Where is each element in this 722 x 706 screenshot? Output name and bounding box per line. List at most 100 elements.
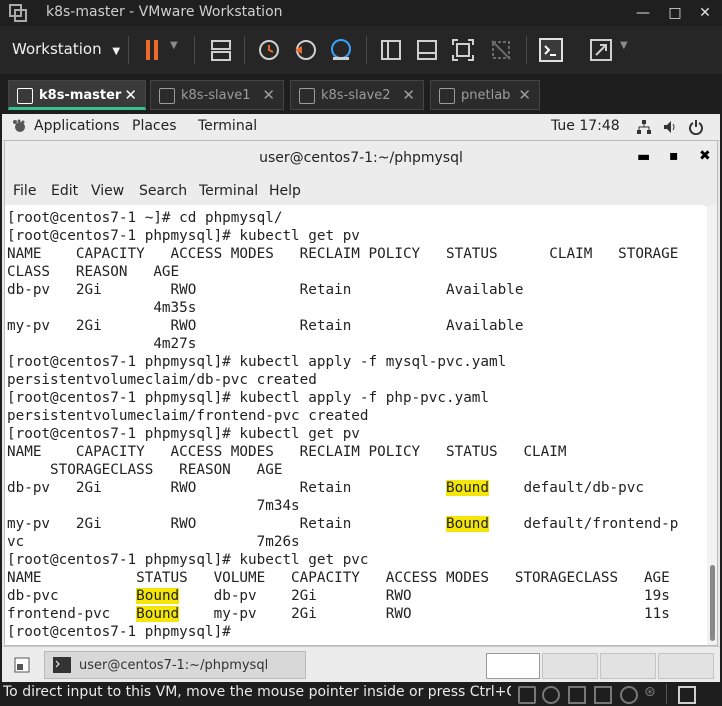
vm-tab-bar: k8s-master ✕ k8s-slave1 ✕ k8s-slave2 ✕ p… [0, 74, 722, 114]
status-divider [666, 684, 667, 704]
snapshot-manager-icon[interactable] [328, 37, 354, 63]
tab-k8s-master[interactable]: k8s-master ✕ [8, 80, 146, 110]
applications-menu[interactable]: Applications [34, 118, 120, 134]
tab-k8s-slave2[interactable]: k8s-slave2 ✕ [290, 80, 424, 110]
toolbar-divider [366, 36, 367, 64]
usb-icon[interactable] [594, 686, 612, 704]
revert-snapshot-icon[interactable] [292, 37, 318, 63]
terminal-text: [root@centos7-1 ~]# cd phpmysql/ [root@ce… [7, 209, 705, 641]
toolbar-divider [526, 36, 527, 64]
terminal-line: my-pv 2Gi RWO Retain Available [7, 318, 524, 334]
highlighted-status: Bound [136, 606, 180, 622]
terminal-line: STORAGECLASS REASON AGE [7, 462, 283, 478]
terminal-title: user@centos7-1:~/phpmysql [259, 150, 463, 166]
terminal-line: [root@centos7-1 phpmysql]# [7, 624, 240, 640]
chevron-down-icon[interactable]: ▼ [620, 40, 628, 51]
menu-search[interactable]: Search [139, 183, 187, 199]
message-log-icon[interactable] [678, 686, 696, 704]
console-view-icon[interactable] [538, 37, 564, 63]
volume-icon[interactable] [662, 119, 678, 139]
workspace-4[interactable] [658, 653, 714, 679]
chevron-down-icon[interactable]: ▼ [170, 40, 178, 51]
gnome-foot-icon [12, 119, 26, 133]
toolbar-divider [244, 36, 245, 64]
workstation-menu[interactable]: Workstation ▼ [4, 34, 128, 64]
minimize-button[interactable]: ▬ [637, 149, 650, 165]
cd-drive-icon[interactable] [542, 686, 560, 704]
menu-edit[interactable]: Edit [51, 183, 78, 199]
clock[interactable]: Tue 17:48 [551, 118, 620, 134]
close-icon[interactable]: ✕ [124, 86, 137, 104]
workspace-3[interactable] [600, 653, 656, 679]
terminal-line: [root@centos7-1 ~]# cd phpmysql/ [7, 210, 283, 226]
power-icon[interactable] [688, 119, 704, 139]
tab-pnetlab[interactable]: pnetlab ✕ [430, 80, 540, 110]
close-icon[interactable]: ✕ [402, 86, 415, 104]
terminal-line: CLASS REASON AGE [7, 264, 180, 280]
toolbar-divider [128, 36, 129, 64]
scrollbar[interactable] [707, 205, 717, 645]
guest-screen[interactable]: Applications Places Terminal Tue 17:48 u… [2, 114, 720, 683]
unity-icon[interactable] [488, 37, 514, 63]
workstation-menu-label: Workstation [12, 40, 102, 58]
terminal-window: user@centos7-1:~/phpmysql ▬ ▪ ✖ File Edi… [4, 140, 718, 646]
window-title: k8s-master - VMware Workstation [46, 4, 283, 20]
network-icon[interactable] [636, 119, 652, 139]
scrollbar-thumb[interactable] [710, 565, 715, 641]
tab-label: k8s-master [39, 88, 122, 103]
terminal-app-menu[interactable]: Terminal [198, 118, 257, 134]
terminal-line: db-pvc Bound db-pv 2Gi RWO 19s [7, 588, 670, 604]
show-desktop-icon[interactable] [14, 657, 30, 673]
close-icon[interactable]: ✕ [262, 86, 275, 104]
status-message: To direct input to this VM, move the mou… [3, 684, 511, 700]
disk-icon[interactable] [518, 686, 536, 704]
taskbar-item-label: user@centos7-1:~/phpmysql [79, 658, 269, 673]
terminal-line: [root@centos7-1 phpmysql]# kubectl get p… [7, 552, 369, 568]
vmware-logo-icon [9, 4, 27, 22]
terminal-line: vc 7m26s [7, 534, 300, 550]
workspace-1[interactable] [486, 653, 540, 679]
terminal-menubar: File Edit View Search Terminal Help [5, 179, 717, 206]
maximize-button[interactable]: □ [664, 3, 686, 23]
vmware-toolbar: Workstation ▼ ▼ ▼ [0, 26, 722, 75]
terminal-line: persistentvolumeclaim/frontend-pvc creat… [7, 408, 369, 424]
bluetooth-icon[interactable]: ⊛ [644, 684, 656, 700]
maximize-button[interactable]: ▪ [669, 148, 679, 164]
send-ctrl-alt-del-icon[interactable] [208, 37, 234, 63]
network-adapter-icon[interactable] [568, 686, 586, 704]
terminal-icon [53, 657, 71, 673]
workspace-2[interactable] [542, 653, 598, 679]
menu-help[interactable]: Help [269, 183, 301, 199]
terminal-line: db-pv 2Gi RWO Retain Available [7, 282, 524, 298]
terminal-line: 7m34s [7, 498, 300, 514]
vm-icon [17, 88, 33, 104]
thumbnail-bar-icon[interactable] [414, 37, 440, 63]
vmware-status-bar: To direct input to this VM, move the mou… [0, 682, 722, 706]
stretch-guest-icon[interactable] [588, 37, 614, 63]
fullscreen-icon[interactable] [450, 37, 476, 63]
sidebar-toggle-icon[interactable] [378, 37, 404, 63]
pause-icon[interactable] [140, 37, 166, 63]
sound-card-icon[interactable] [620, 686, 638, 704]
close-icon[interactable]: ✕ [518, 86, 531, 104]
snapshot-icon[interactable] [256, 37, 282, 63]
close-button[interactable]: ✖ [699, 148, 711, 164]
terminal-header: user@centos7-1:~/phpmysql ▬ ▪ ✖ [5, 141, 717, 180]
gnome-top-bar: Applications Places Terminal Tue 17:48 [2, 114, 720, 141]
terminal-line: [root@centos7-1 phpmysql]# kubectl get p… [7, 228, 360, 244]
terminal-line: [root@centos7-1 phpmysql]# kubectl apply… [7, 354, 507, 370]
terminal-line: 4m35s [7, 300, 197, 316]
menu-terminal[interactable]: Terminal [199, 183, 258, 199]
places-menu[interactable]: Places [132, 118, 177, 134]
terminal-output[interactable]: [root@centos7-1 ~]# cd phpmysql/ [root@ce… [5, 205, 705, 645]
minimize-button[interactable]: — [632, 3, 654, 23]
taskbar-item-terminal[interactable]: user@centos7-1:~/phpmysql [44, 651, 306, 679]
toolbar-divider [194, 36, 195, 64]
terminal-line: NAME CAPACITY ACCESS MODES RECLAIM POLIC… [7, 444, 567, 460]
close-button[interactable]: ✕ [694, 3, 716, 23]
highlighted-status: Bound [445, 516, 490, 532]
highlighted-status: Bound [445, 480, 490, 496]
menu-file[interactable]: File [13, 183, 36, 199]
menu-view[interactable]: View [91, 183, 124, 199]
tab-k8s-slave1[interactable]: k8s-slave1 ✕ [150, 80, 284, 110]
